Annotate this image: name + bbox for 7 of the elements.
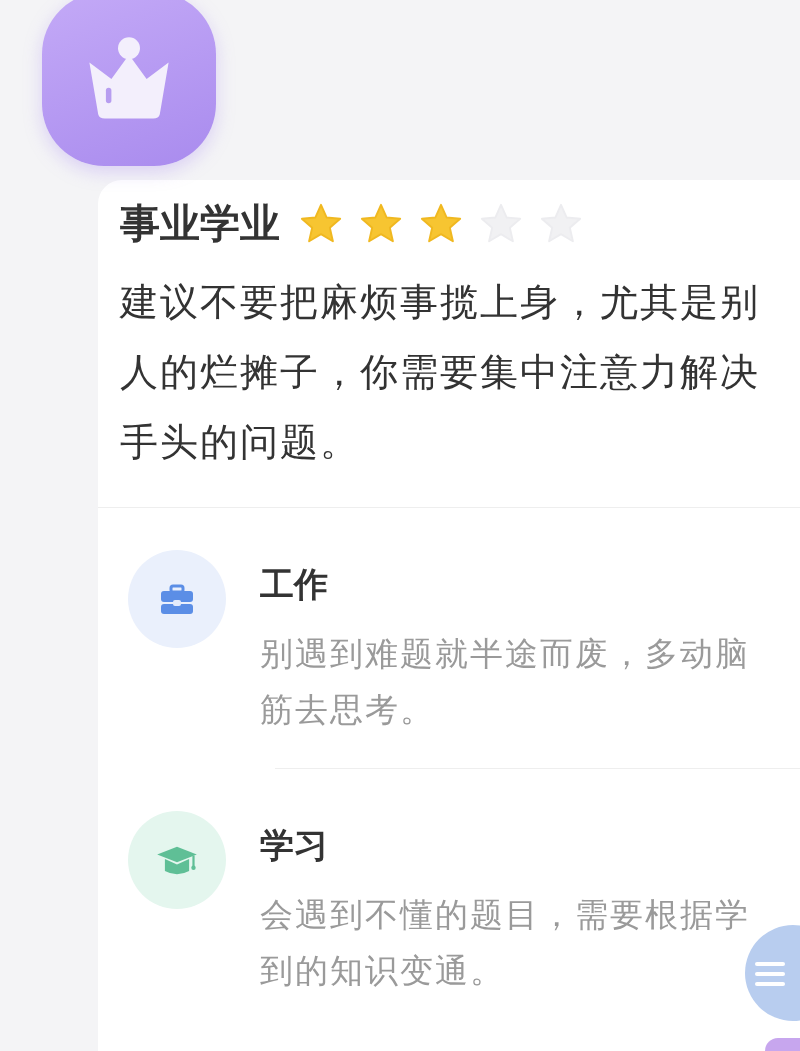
floating-button[interactable]: [765, 1038, 800, 1051]
item-title: 工作: [260, 563, 329, 606]
section-title: 事业学业: [120, 199, 280, 248]
summary-text: 建议不要把麻烦事揽上身，尤其是别人的烂摊子，你需要集中注意力解决手头的问题。: [120, 279, 761, 466]
item-text: 别遇到难题就半途而废，多动脑筋去思考。: [260, 633, 751, 731]
item-title: 学习: [260, 824, 329, 867]
item-text: 会遇到不懂的题目，需要根据学到的知识变通。: [260, 894, 751, 992]
